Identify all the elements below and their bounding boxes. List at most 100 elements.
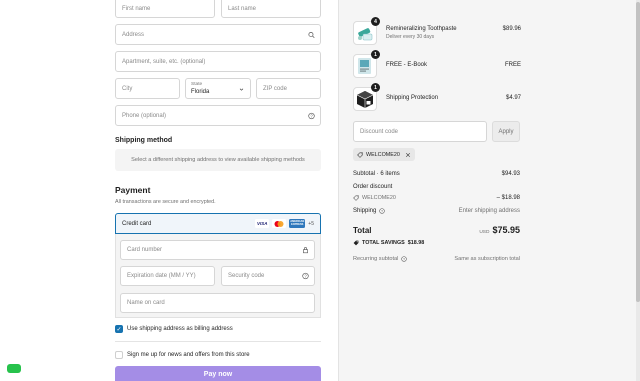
svg-text:?: ?	[403, 257, 405, 261]
help-icon[interactable]: ?	[302, 272, 309, 280]
amex-icon: AMERICAN EXPRESS	[289, 219, 306, 228]
payment-title: Payment	[115, 185, 151, 195]
discount-value: – $18.98	[496, 195, 520, 201]
name-on-card-field[interactable]: Name on card	[120, 293, 315, 313]
chevron-down-icon	[239, 88, 244, 91]
help-icon[interactable]: ?	[308, 112, 315, 119]
tag-icon	[353, 240, 359, 246]
item-price: $4.97	[505, 95, 521, 101]
newsletter-checkbox[interactable]	[115, 351, 123, 359]
credit-card-option[interactable]: Credit card VISA AMERICAN EXPRESS +5	[115, 213, 321, 234]
billing-same-row[interactable]: ✓ Use shipping address as billing addres…	[115, 325, 233, 333]
divider	[115, 341, 321, 342]
item-subtitle: Deliver every 30 days	[386, 34, 435, 40]
chat-widget-button[interactable]	[7, 364, 21, 373]
applied-discount-chip: WELCOME20	[353, 148, 415, 161]
phone-placeholder: Phone (optional)	[122, 112, 167, 119]
checkout-form-panel: First name Last name Address Apartment, …	[0, 0, 338, 381]
expiration-field[interactable]: Expiration date (MM / YY)	[120, 266, 215, 286]
help-icon[interactable]: ?	[379, 208, 386, 214]
recurring-value: Same as subscription total	[454, 256, 520, 262]
city-field[interactable]: City	[115, 78, 180, 99]
help-icon[interactable]: ?	[401, 256, 408, 262]
state-value: Florida	[191, 89, 210, 95]
scrollbar-thumb[interactable]	[636, 2, 640, 302]
svg-text:?: ?	[381, 209, 383, 213]
subtotal-row: Subtotal · 6 items $94.93	[353, 171, 520, 177]
card-brands: VISA AMERICAN EXPRESS +5	[255, 219, 314, 228]
order-discount-label: Order discount	[353, 184, 393, 190]
applied-code-label: WELCOME20	[366, 151, 400, 158]
last-name-placeholder: Last name	[228, 6, 257, 12]
shipping-row: Shipping ? Enter shipping address	[353, 208, 520, 214]
city-placeholder: City	[122, 85, 133, 92]
quantity-badge: 1	[371, 83, 380, 92]
card-number-field[interactable]: Card number	[120, 240, 315, 260]
apartment-placeholder: Apartment, suite, etc. (optional)	[122, 58, 206, 65]
payment-subtitle: All transactions are secure and encrypte…	[115, 199, 216, 205]
savings-label: TOTAL SAVINGS	[362, 240, 405, 246]
zip-placeholder: ZIP code	[263, 85, 287, 92]
svg-text:?: ?	[304, 274, 307, 279]
newsletter-label: Sign me up for news and offers from this…	[127, 352, 250, 358]
shipping-value: Enter shipping address	[458, 208, 520, 214]
product-thumbnail: 1	[353, 83, 380, 111]
total-savings: TOTAL SAVINGS $18.98	[353, 240, 424, 246]
state-select[interactable]: State Florida	[185, 78, 251, 99]
product-thumbnail: 4	[353, 17, 380, 45]
more-cards-count: +5	[308, 220, 314, 227]
recurring-row: Recurring subtotal ? Same as subscriptio…	[353, 256, 520, 262]
order-item: 1 Shipping Protection $4.97	[353, 83, 521, 111]
newsletter-row[interactable]: Sign me up for news and offers from this…	[115, 351, 250, 359]
currency-code: USD	[479, 230, 490, 235]
state-label: State	[191, 82, 203, 87]
discount-code-label: WELCOME20	[362, 195, 396, 201]
close-icon[interactable]	[405, 152, 411, 158]
discount-code-row: WELCOME20 – $18.98	[353, 195, 520, 203]
subtotal-label: Subtotal · 6 items	[353, 171, 400, 177]
name-on-card-placeholder: Name on card	[127, 300, 165, 306]
billing-same-label: Use shipping address as billing address	[127, 326, 233, 332]
apply-discount-button[interactable]: Apply	[492, 121, 520, 142]
first-name-field[interactable]: First name	[115, 0, 215, 18]
subtotal-value: $94.93	[501, 171, 520, 177]
shipping-method-message: Select a different shipping address to v…	[115, 149, 321, 171]
quantity-badge: 4	[371, 17, 380, 26]
product-thumbnail: 1	[353, 50, 380, 78]
search-icon	[308, 31, 315, 38]
order-discount-row: Order discount	[353, 184, 520, 190]
apartment-field[interactable]: Apartment, suite, etc. (optional)	[115, 51, 321, 72]
tag-icon	[357, 151, 363, 158]
phone-field[interactable]: Phone (optional) ?	[115, 105, 321, 126]
security-code-placeholder: Security code	[228, 273, 265, 279]
item-name: FREE - E-Book	[386, 62, 428, 68]
quantity-badge: 1	[371, 50, 380, 59]
savings-value: $18.98	[407, 240, 425, 246]
item-price: FREE	[504, 62, 521, 68]
order-item: 1 FREE - E-Book FREE	[353, 50, 521, 78]
order-item: 4 Remineralizing Toothpaste Deliver ever…	[353, 17, 521, 45]
last-name-field[interactable]: Last name	[221, 0, 321, 18]
recurring-label: Recurring subtotal	[353, 256, 399, 262]
shipping-method-title: Shipping method	[115, 137, 173, 144]
first-name-placeholder: First name	[122, 6, 151, 12]
card-number-placeholder: Card number	[127, 247, 163, 253]
pay-now-button[interactable]: Pay now	[115, 366, 321, 381]
lock-icon	[303, 247, 308, 254]
total-label: Total	[353, 226, 372, 235]
total-value-group: USD $75.95	[479, 225, 520, 235]
address-placeholder: Address	[122, 31, 145, 38]
discount-code-input[interactable]: Discount code	[353, 121, 487, 142]
billing-same-checkbox[interactable]: ✓	[115, 325, 123, 333]
credit-card-label: Credit card	[122, 221, 152, 227]
address-field[interactable]: Address	[115, 24, 321, 45]
item-price: $89.96	[502, 26, 521, 32]
expiration-placeholder: Expiration date (MM / YY)	[127, 273, 196, 279]
tag-icon	[353, 195, 359, 201]
security-code-field[interactable]: Security code ?	[221, 266, 315, 286]
zip-field[interactable]: ZIP code	[256, 78, 321, 99]
item-name: Remineralizing Toothpaste	[386, 26, 457, 32]
mastercard-icon	[272, 219, 287, 228]
total-value: $75.95	[492, 225, 520, 235]
shipping-label: Shipping	[353, 208, 377, 214]
